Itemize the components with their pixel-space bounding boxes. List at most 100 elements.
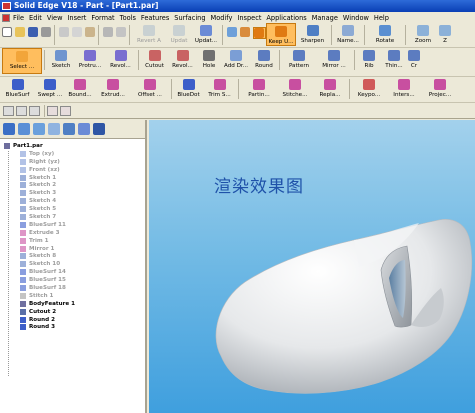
offset-surface-button[interactable]: Offset ... xyxy=(131,77,169,98)
select-tool-button[interactable]: Select ... xyxy=(2,48,42,74)
menu-features[interactable]: Features xyxy=(141,14,169,22)
update-button[interactable]: Updat xyxy=(166,23,192,44)
cut-button[interactable] xyxy=(59,27,70,37)
menu-window[interactable]: Window xyxy=(343,14,369,22)
redo-button[interactable] xyxy=(116,27,127,37)
stitched-button[interactable]: Stitche... xyxy=(277,77,313,98)
arrow-right-icon[interactable] xyxy=(16,105,27,116)
menu-file[interactable]: File xyxy=(13,14,24,22)
hole-button[interactable]: Hole xyxy=(197,48,221,69)
menu-format[interactable]: Format xyxy=(91,14,114,22)
menu-modify[interactable]: Modify xyxy=(211,14,233,22)
options-icon[interactable] xyxy=(60,105,71,116)
menu-manage[interactable]: Manage xyxy=(312,14,338,22)
tree-item[interactable]: Sketch 1 xyxy=(0,174,145,182)
tree-item[interactable]: BlueSurf 15 xyxy=(0,276,145,284)
tree-item[interactable]: Sketch 5 xyxy=(0,205,145,213)
tree-item[interactable]: Extrude 3 xyxy=(0,229,145,237)
named-views-button[interactable]: Name... xyxy=(334,23,362,44)
rotate-button[interactable]: Rotate xyxy=(367,23,403,44)
arrow-left-icon[interactable] xyxy=(3,105,14,116)
tree-item[interactable]: Sketch 3 xyxy=(0,189,145,197)
parting-button[interactable]: Partin... xyxy=(241,77,277,98)
tree-item[interactable]: Cutout 2 xyxy=(0,308,145,316)
tree-item[interactable]: Trim 1 xyxy=(0,237,145,245)
add-draft-button[interactable]: Add Dr... xyxy=(221,48,251,69)
menu-tools[interactable]: Tools xyxy=(120,14,136,22)
print-button[interactable] xyxy=(41,27,52,37)
intersection-curve-button[interactable]: Inters... xyxy=(386,77,422,98)
tree-item[interactable]: Front (xz) xyxy=(0,166,145,174)
copy-button[interactable] xyxy=(72,27,83,37)
menu-view[interactable]: View xyxy=(47,14,63,22)
zoom-button[interactable]: Zoom xyxy=(408,23,438,44)
tree-item[interactable]: Sketch 10 xyxy=(0,260,145,268)
replace-face-button[interactable]: Repla... xyxy=(313,77,347,98)
bluedot-button[interactable]: BlueDot xyxy=(174,77,203,98)
extruded-surface-button[interactable]: Extrud... xyxy=(95,77,131,98)
bluesurf-button[interactable]: BlueSurf xyxy=(0,77,35,98)
feature-pathfinder-icon[interactable] xyxy=(3,123,15,135)
revolved-cutout-button[interactable]: Revol... xyxy=(168,48,197,69)
undo-button[interactable] xyxy=(103,27,114,37)
graphics-viewport[interactable]: 渲染效果图 xyxy=(149,120,475,413)
project-curve-button[interactable]: Projec... xyxy=(422,77,458,98)
bounded-button[interactable]: Bound... xyxy=(65,77,95,98)
mirror-copy-button[interactable]: Mirror ... xyxy=(316,48,352,69)
tree-item[interactable]: BlueSurf 11 xyxy=(0,221,145,229)
menu-applications[interactable]: Applications xyxy=(266,14,306,22)
tree-item[interactable]: Round 3 xyxy=(0,323,145,331)
trim-surface-button[interactable]: Trim S... xyxy=(203,77,236,98)
thin-wall-button[interactable]: Thin... xyxy=(381,48,407,69)
menu-edit[interactable]: Edit xyxy=(29,14,42,22)
shaded-view-button[interactable] xyxy=(240,27,251,37)
tree-item[interactable]: Stitch 1 xyxy=(0,292,145,300)
update-all-button[interactable]: Updat... xyxy=(192,23,220,44)
sharpen-button[interactable]: Sharpen xyxy=(296,23,329,44)
view-cube-button[interactable] xyxy=(227,27,238,37)
display-mode-button[interactable] xyxy=(253,27,266,39)
tree-item[interactable]: Sketch 2 xyxy=(0,181,145,189)
tree-item[interactable]: BlueSurf 18 xyxy=(0,284,145,292)
library-icon[interactable] xyxy=(33,123,45,135)
new-file-button[interactable] xyxy=(2,27,13,37)
keep-unselected-button[interactable]: Keep U... xyxy=(266,23,296,46)
open-file-button[interactable] xyxy=(15,27,26,37)
zoom-area-button[interactable]: Z xyxy=(438,23,452,44)
keypoint-curve-button[interactable]: Keypo... xyxy=(352,77,386,98)
layers-icon[interactable] xyxy=(18,123,30,135)
protrusion-button[interactable]: Protru... xyxy=(75,48,105,69)
paste-button[interactable] xyxy=(85,27,96,37)
sketch-button[interactable]: Sketch xyxy=(47,48,75,69)
cr-button[interactable]: Cr xyxy=(407,48,421,69)
family-icon[interactable] xyxy=(48,123,60,135)
filter-icon[interactable] xyxy=(47,105,58,116)
tree-item[interactable]: BlueSurf 14 xyxy=(0,268,145,276)
revolved-protrusion-button[interactable]: Revol... xyxy=(105,48,136,69)
parts-icon[interactable] xyxy=(93,123,105,135)
tree-item[interactable]: Sketch 7 xyxy=(0,213,145,221)
cutout-button[interactable]: Cutout xyxy=(141,48,168,69)
revert-all-button[interactable]: Revert A xyxy=(132,23,166,44)
menu-help[interactable]: Help xyxy=(374,14,389,22)
rib-button[interactable]: Rib xyxy=(357,48,381,69)
swept-button[interactable]: Swept ... xyxy=(35,77,65,98)
tree-root[interactable]: Part1.par xyxy=(0,142,145,150)
menu-insert[interactable]: Insert xyxy=(67,14,86,22)
tree-item[interactable]: Top (xy) xyxy=(0,150,145,158)
pin-icon[interactable] xyxy=(29,105,40,116)
menu-inspect[interactable]: Inspect xyxy=(237,14,261,22)
save-button[interactable] xyxy=(28,27,39,37)
tree-item[interactable]: Sketch 4 xyxy=(0,197,145,205)
document-menu-icon[interactable] xyxy=(2,13,10,22)
tree-item[interactable]: BodyFeature 1 xyxy=(0,300,145,308)
round-button[interactable]: Round xyxy=(251,48,277,69)
sensors-icon[interactable] xyxy=(63,123,75,135)
tree-item[interactable]: Sketch 8 xyxy=(0,252,145,260)
tree-item[interactable]: Mirror 1 xyxy=(0,245,145,253)
menu-surfacing[interactable]: Surfacing xyxy=(174,14,205,22)
tree-item[interactable]: Round 2 xyxy=(0,316,145,324)
tree-item[interactable]: Right (yz) xyxy=(0,158,145,166)
pattern-button[interactable]: Pattern xyxy=(282,48,316,69)
feature-library-icon[interactable] xyxy=(78,123,90,135)
